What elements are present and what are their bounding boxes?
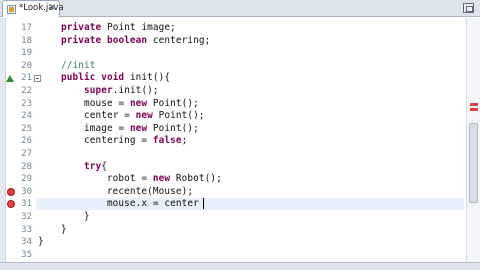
code-line[interactable]: //init: [36, 60, 464, 72]
line-number: 26: [21, 136, 32, 147]
overview-ruler[interactable]: [466, 18, 480, 262]
code-line[interactable]: recente(Mouse);: [36, 186, 464, 198]
code-line-text: super.init();: [83, 85, 159, 96]
overview-error-mark[interactable]: [470, 108, 478, 111]
code-line-text: mouse.x = center: [106, 198, 199, 210]
java-file-icon: [7, 5, 16, 14]
editor-bottom-edge: [0, 262, 480, 270]
code-line[interactable]: image = new Point();: [36, 123, 464, 135]
code-line-text: private Point image;: [60, 22, 176, 33]
editor-tab-look-java[interactable]: *Look.java ✕: [2, 0, 64, 17]
line-number: 33: [21, 224, 32, 235]
overview-error-mark[interactable]: [470, 103, 478, 106]
line-number: 23: [21, 98, 32, 109]
text-cursor: [202, 198, 204, 210]
code-line-text: }: [38, 223, 67, 235]
java-editor-window: *Look.java ✕ 17 18 19 20 21 22 23 24 25 26 27 28 29 3…: [0, 0, 480, 270]
code-line[interactable]: public void init(){: [36, 72, 464, 84]
line-number: 19: [21, 48, 32, 59]
code-line-text: recente(Mouse);: [106, 185, 194, 197]
line-number: 18: [21, 35, 32, 46]
code-line-text: }: [38, 211, 90, 222]
error-marker-icon[interactable]: [7, 187, 15, 196]
code-line[interactable]: [36, 249, 464, 261]
code-line-text: public void init(){: [60, 72, 171, 84]
code-line[interactable]: center = new Point();: [36, 110, 464, 122]
override-marker-icon[interactable]: [6, 75, 14, 83]
code-line-text: private boolean centering;: [60, 34, 211, 46]
line-number: 22: [21, 86, 32, 96]
tab-label: *Look.java: [19, 3, 64, 13]
code-line[interactable]: [36, 148, 464, 160]
line-number: 35: [21, 249, 32, 260]
close-icon[interactable]: ✕: [48, 3, 56, 13]
code-line-text: mouse = new Point();: [83, 97, 199, 109]
line-number: 20: [21, 60, 32, 71]
line-number: 29: [21, 174, 32, 185]
scrollbar-thumb[interactable]: [469, 123, 478, 203]
code-line[interactable]: mouse = new Point();: [36, 98, 464, 110]
code-line[interactable]: private Point image;: [36, 22, 464, 34]
code-line-text: robot = new Robot();: [106, 173, 222, 185]
code-line[interactable]: robot = new Robot();: [36, 173, 464, 185]
code-line-text: }: [38, 236, 44, 248]
line-number: 25: [21, 123, 32, 134]
code-line-text: //init: [60, 59, 96, 71]
code-editor[interactable]: private Point image; private boolean cen…: [36, 18, 464, 262]
code-line[interactable]: try{: [36, 161, 464, 173]
code-line[interactable]: }: [36, 236, 464, 248]
code-line-text: image = new Point();: [83, 122, 199, 134]
line-number: 28: [21, 161, 32, 172]
line-number: 34: [21, 237, 32, 248]
code-line-text: center = new Point();: [83, 110, 205, 122]
editor-tab-bar: *Look.java ✕: [0, 0, 480, 17]
line-number-gutter: 17 18 19 20 21 22 23 24 25 26 27 28 29 30 31 32 33 34 35: [6, 18, 41, 262]
code-line[interactable]: centering = false;: [36, 135, 464, 147]
code-line[interactable]: [36, 47, 464, 59]
code-line-text: try{: [83, 160, 107, 172]
code-line[interactable]: }: [36, 211, 464, 223]
code-line-text: centering = false;: [83, 135, 188, 147]
code-line[interactable]: private boolean centering;: [36, 35, 464, 47]
line-number: 24: [21, 111, 32, 122]
line-number: 17: [21, 23, 32, 33]
code-line[interactable]: }: [36, 224, 464, 236]
restore-icon[interactable]: [463, 3, 474, 13]
code-line[interactable]: super.init();: [36, 85, 464, 97]
line-number: 32: [21, 212, 32, 222]
code-line[interactable]: mouse.x = center: [36, 198, 464, 211]
line-number: 27: [21, 149, 32, 159]
